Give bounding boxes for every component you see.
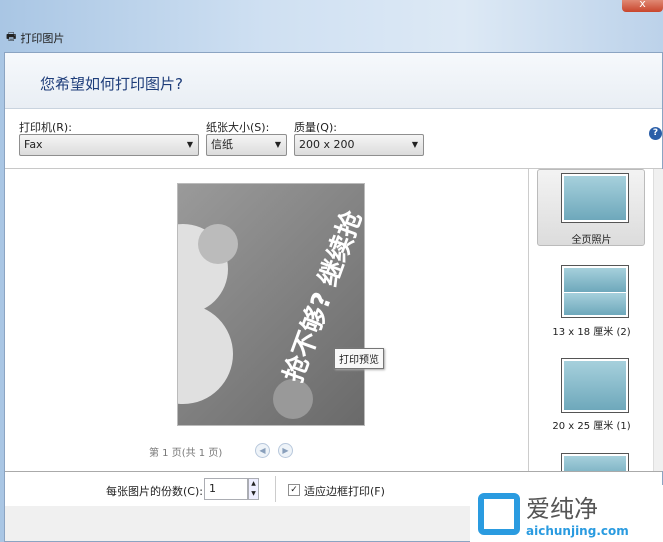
- printer-icon: 🖶: [6, 30, 17, 43]
- layout-label: 20 x 25 厘米 (1): [552, 421, 631, 432]
- arrow-right-icon: ▶: [282, 446, 289, 455]
- layout-thumbnail: [564, 268, 626, 292]
- window-title-text: 打印图片: [20, 31, 65, 45]
- layout-list: 全页照片 13 x 18 厘米 (2) 20 x 25 厘米 (1): [528, 169, 653, 483]
- divider: [275, 476, 276, 502]
- page-indicator: 第 1 页(共 1 页): [149, 448, 223, 459]
- close-button[interactable]: x: [622, 0, 663, 12]
- quality-select[interactable]: 200 x 200 ▼: [294, 134, 424, 156]
- layout-thumbnail: [564, 292, 626, 316]
- watermark-url: aichunjing.com: [526, 524, 629, 538]
- chevron-down-icon: ▼: [274, 140, 281, 149]
- layout-label: 13 x 18 厘米 (2): [552, 327, 631, 338]
- print-dialog: 您希望如何打印图片? 打印机(R): Fax ▼ 纸张大小(S): 信纸 ▼ 质量(…: [4, 52, 663, 542]
- logo-icon: [478, 492, 520, 535]
- quality-value: 200 x 200: [299, 138, 355, 151]
- layout-label: 全页照片: [571, 235, 612, 246]
- layout-item-13x18[interactable]: [561, 265, 629, 318]
- previous-page-button[interactable]: ◀: [255, 443, 270, 458]
- tooltip: 打印预览: [334, 348, 384, 369]
- paper-size-value: 信纸: [211, 138, 233, 151]
- printer-select[interactable]: Fax ▼: [19, 134, 199, 156]
- layout-item-full-page[interactable]: [561, 173, 629, 223]
- paper-size-label: 纸张大小(S):: [206, 121, 270, 134]
- options-toolbar: 打印机(R): Fax ▼ 纸张大小(S): 信纸 ▼ 质量(Q): 200 x 2…: [5, 109, 662, 169]
- watermark-logo: 爱纯净 aichunjing.com: [470, 485, 663, 542]
- watermark-name: 爱纯净: [526, 495, 598, 523]
- copies-stepper[interactable]: ▲ ▼: [248, 478, 259, 500]
- printer-label: 打印机(R):: [19, 121, 72, 134]
- arrow-left-icon: ◀: [259, 446, 266, 455]
- fit-frame-label: 适应边框打印(F): [304, 485, 385, 498]
- layout-scrollbar[interactable]: [653, 169, 663, 471]
- next-page-button[interactable]: ▶: [278, 443, 293, 458]
- copies-input[interactable]: 1: [204, 478, 248, 500]
- layout-thumbnail: [564, 361, 626, 410]
- chevron-down-icon: ▼: [411, 140, 418, 149]
- layout-thumbnail: [564, 176, 626, 220]
- window-title: 🖶 打印图片: [6, 28, 64, 47]
- page-title: 您希望如何打印图片?: [40, 75, 183, 93]
- paper-size-select[interactable]: 信纸 ▼: [206, 134, 287, 156]
- chevron-down-icon: ▼: [186, 140, 193, 149]
- help-icon[interactable]: ?: [649, 127, 662, 140]
- printer-value: Fax: [24, 138, 43, 151]
- quality-label: 质量(Q):: [294, 121, 337, 134]
- fit-frame-checkbox[interactable]: ✓: [288, 484, 300, 496]
- copies-label: 每张图片的份数(C):: [106, 485, 203, 498]
- print-preview-image: 抢不够? 继续抢: [177, 183, 365, 426]
- dialog-header: 您希望如何打印图片?: [5, 53, 662, 109]
- preview-area: 抢不够? 继续抢 打印预览 第 1 页(共 1 页) ◀ ▶ 全页照片 13 x…: [5, 169, 663, 483]
- layout-item-20x25[interactable]: [561, 358, 629, 413]
